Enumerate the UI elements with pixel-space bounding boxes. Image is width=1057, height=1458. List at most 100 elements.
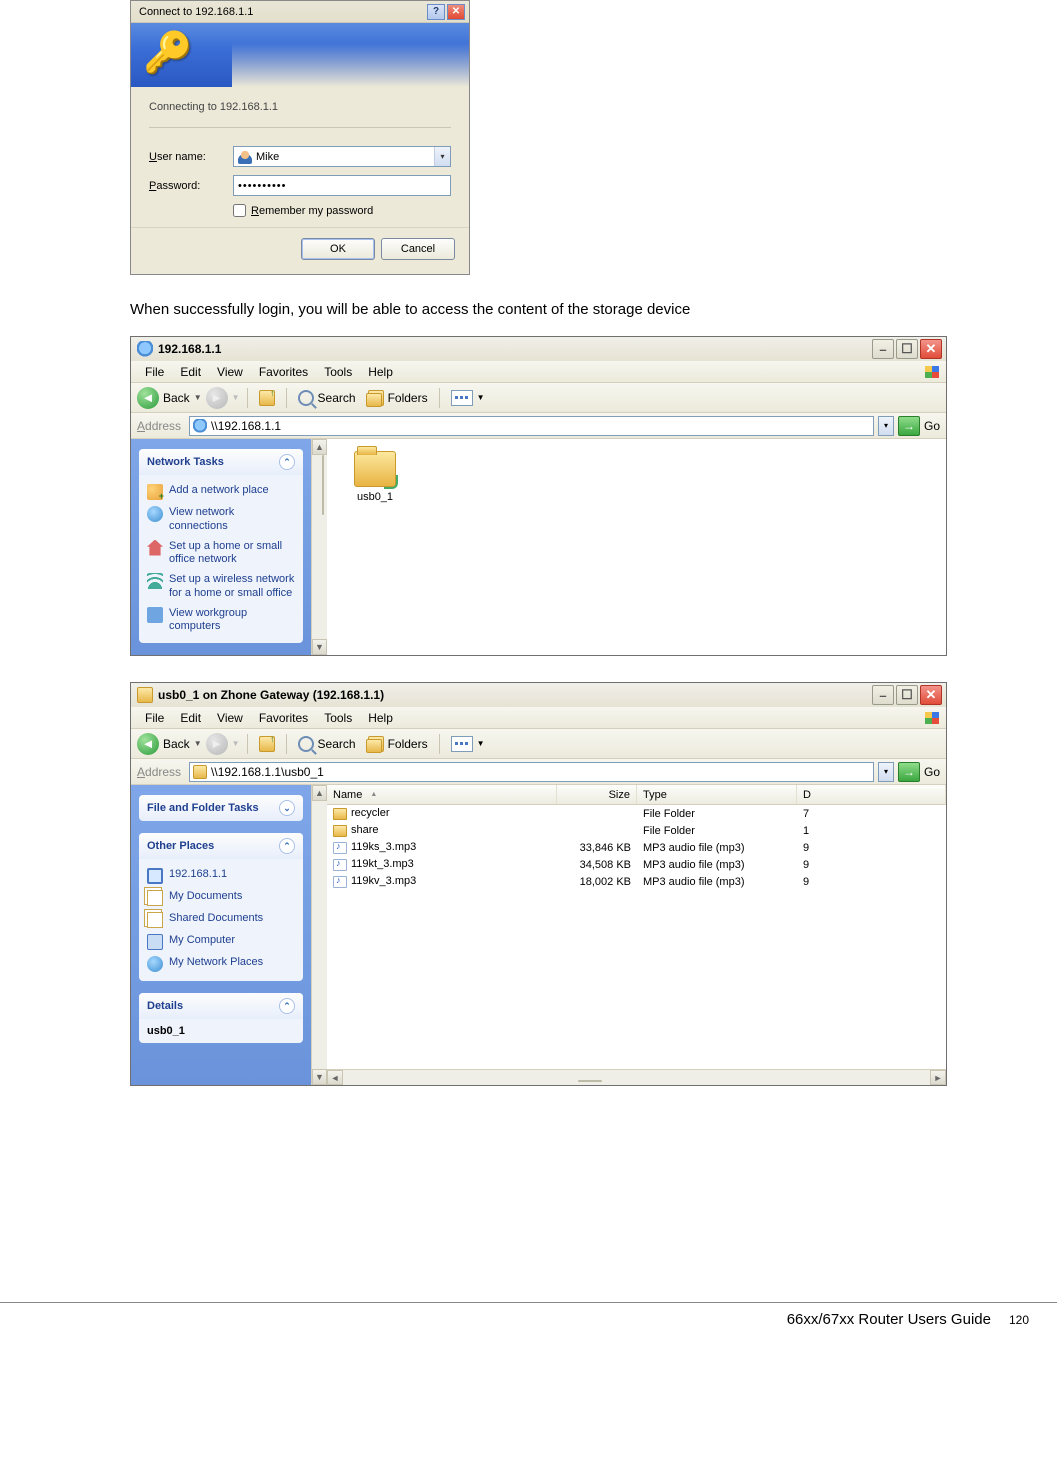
table-row[interactable]: recyclerFile Folder7 — [327, 805, 946, 822]
back-dropdown[interactable]: ▼ — [194, 393, 202, 402]
minimize-button[interactable]: – — [872, 339, 894, 359]
task-setup-wireless[interactable]: Set up a wireless network for a home or … — [147, 570, 295, 604]
col-type[interactable]: Type — [637, 785, 797, 804]
table-row[interactable]: 119kv_3.mp318,002 KBMP3 audio file (mp3)… — [327, 873, 946, 890]
place-router[interactable]: 192.168.1.1 — [147, 865, 295, 887]
menu-tools[interactable]: Tools — [316, 711, 360, 725]
views-button[interactable]: ▼ — [447, 734, 489, 754]
content-area[interactable]: usb0_1 — [327, 439, 946, 655]
folders-button[interactable]: Folders — [364, 734, 432, 754]
address-bar: Address \\192.168.1.1\usb0_1 ▾ → Go — [131, 759, 946, 785]
ok-button[interactable]: OK — [301, 238, 375, 260]
collapse-icon[interactable]: ⌃ — [279, 838, 295, 854]
table-row[interactable]: shareFile Folder1 — [327, 822, 946, 839]
scroll-down[interactable]: ▼ — [312, 1069, 327, 1085]
task-setup-home-net[interactable]: Set up a home or small office network — [147, 537, 295, 571]
remember-checkbox[interactable] — [233, 204, 246, 217]
address-input[interactable]: \\192.168.1.1\usb0_1 — [189, 762, 874, 782]
scroll-thumb[interactable] — [578, 1080, 602, 1082]
views-button[interactable]: ▼ — [447, 388, 489, 408]
menu-favorites[interactable]: Favorites — [251, 711, 316, 725]
col-name[interactable]: Name — [327, 785, 557, 804]
address-dropdown[interactable]: ▾ — [878, 416, 894, 436]
details-header[interactable]: Details ⌃ — [139, 993, 303, 1019]
task-view-connections[interactable]: View network connections — [147, 503, 295, 537]
go-button[interactable]: → — [898, 762, 920, 782]
col-date[interactable]: D — [797, 785, 946, 804]
back-button[interactable]: ◄ — [137, 733, 159, 755]
menu-file[interactable]: File — [137, 365, 172, 379]
menu-help[interactable]: Help — [360, 365, 401, 379]
place-my-documents[interactable]: My Documents — [147, 887, 295, 909]
back-dropdown[interactable]: ▼ — [194, 739, 202, 748]
minimize-button[interactable]: – — [872, 685, 894, 705]
forward-button[interactable]: ► — [206, 387, 228, 409]
expand-icon[interactable]: ⌄ — [279, 800, 295, 816]
table-row[interactable]: 119ks_3.mp333,846 KBMP3 audio file (mp3)… — [327, 839, 946, 856]
menu-edit[interactable]: Edit — [172, 365, 209, 379]
scroll-down[interactable]: ▼ — [312, 639, 327, 655]
scroll-left[interactable]: ◄ — [327, 1070, 343, 1085]
forward-button[interactable]: ► — [206, 733, 228, 755]
file-list[interactable]: recyclerFile Folder7shareFile Folder1119… — [327, 805, 946, 1069]
window-titlebar[interactable]: usb0_1 on Zhone Gateway (192.168.1.1) – … — [131, 683, 946, 707]
place-my-computer[interactable]: My Computer — [147, 931, 295, 953]
forward-dropdown[interactable]: ▼ — [232, 739, 240, 748]
horizontal-scrollbar[interactable]: ◄ ► — [327, 1069, 946, 1085]
table-row[interactable]: 119kt_3.mp334,508 KBMP3 audio file (mp3)… — [327, 856, 946, 873]
help-button[interactable]: ? — [427, 4, 445, 20]
menu-view[interactable]: View — [209, 365, 251, 379]
up-button[interactable] — [255, 734, 279, 754]
share-folder-item[interactable]: usb0_1 — [335, 451, 415, 503]
collapse-icon[interactable]: ⌃ — [279, 998, 295, 1014]
mp3-file-icon — [333, 876, 347, 888]
folders-button[interactable]: Folders — [364, 388, 432, 408]
search-button[interactable]: Search — [294, 734, 360, 754]
close-button[interactable]: ✕ — [920, 685, 942, 705]
back-button[interactable]: ◄ — [137, 387, 159, 409]
menu-help[interactable]: Help — [360, 711, 401, 725]
dialog-titlebar[interactable]: Connect to 192.168.1.1 ? ✕ — [131, 1, 469, 23]
scroll-right[interactable]: ► — [930, 1070, 946, 1085]
remember-label: Remember my password — [251, 205, 373, 217]
menu-view[interactable]: View — [209, 711, 251, 725]
search-button[interactable]: Search — [294, 388, 360, 408]
place-shared-documents[interactable]: Shared Documents — [147, 909, 295, 931]
maximize-button[interactable]: ☐ — [896, 339, 918, 359]
menu-file[interactable]: File — [137, 711, 172, 725]
details-panel: Details ⌃ usb0_1 — [139, 993, 303, 1043]
window-titlebar[interactable]: 192.168.1.1 – ☐ ✕ — [131, 337, 946, 361]
home-icon — [147, 540, 163, 556]
workgroup-icon — [147, 607, 163, 623]
username-dropdown[interactable]: ▾ — [434, 147, 450, 166]
scroll-up[interactable]: ▲ — [312, 785, 327, 801]
menu-edit[interactable]: Edit — [172, 711, 209, 725]
place-network-places[interactable]: My Network Places — [147, 953, 295, 975]
footer-page: 120 — [1009, 1313, 1029, 1327]
password-input[interactable]: •••••••••• — [233, 175, 451, 196]
scroll-up[interactable]: ▲ — [312, 439, 327, 455]
menu-favorites[interactable]: Favorites — [251, 365, 316, 379]
file-folder-tasks-header[interactable]: File and Folder Tasks ⌄ — [139, 795, 303, 821]
cancel-button[interactable]: Cancel — [381, 238, 455, 260]
task-add-network-place[interactable]: Add a network place — [147, 481, 295, 503]
window-title: 192.168.1.1 — [158, 342, 221, 356]
address-input[interactable]: \\192.168.1.1 — [189, 416, 874, 436]
col-size[interactable]: Size — [557, 785, 637, 804]
maximize-button[interactable]: ☐ — [896, 685, 918, 705]
collapse-icon[interactable]: ⌃ — [279, 454, 295, 470]
up-button[interactable] — [255, 388, 279, 408]
close-button[interactable]: ✕ — [447, 4, 465, 20]
task-view-workgroup[interactable]: View workgroup computers — [147, 604, 295, 638]
username-input[interactable]: Mike ▾ — [233, 146, 451, 167]
sidepanel-scrollbar[interactable]: ▲ ▼ — [311, 439, 327, 655]
footer-guide: 66xx/67xx Router Users Guide — [787, 1311, 991, 1328]
other-places-header[interactable]: Other Places ⌃ — [139, 833, 303, 859]
sidepanel-scrollbar[interactable]: ▲ ▼ — [311, 785, 327, 1085]
go-button[interactable]: → — [898, 416, 920, 436]
network-tasks-header[interactable]: Network Tasks ⌃ — [139, 449, 303, 475]
forward-dropdown[interactable]: ▼ — [232, 393, 240, 402]
menu-tools[interactable]: Tools — [316, 365, 360, 379]
address-dropdown[interactable]: ▾ — [878, 762, 894, 782]
close-button[interactable]: ✕ — [920, 339, 942, 359]
